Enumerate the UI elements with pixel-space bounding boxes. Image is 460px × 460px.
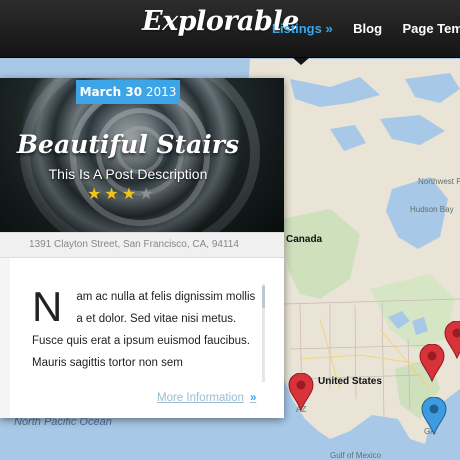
- map-pin-blue[interactable]: [421, 397, 447, 435]
- card-gutter: [0, 258, 10, 418]
- listing-card: March 30 2013 Beautiful Stairs This Is A…: [0, 78, 284, 418]
- star-filled-icon: ★: [87, 186, 105, 203]
- nav-item-listings[interactable]: Listings »: [272, 21, 333, 36]
- site-header: Explorable Listings » Blog Page Template…: [0, 0, 460, 58]
- chevron-right-icon: »: [249, 392, 257, 404]
- nav-item-page-templates[interactable]: Page Templates: [402, 21, 460, 36]
- label-gulf-of-mexico: Gulf of Mexico: [330, 451, 382, 460]
- date-badge: March 30 2013: [76, 80, 180, 104]
- date-day: March 30: [79, 85, 143, 99]
- listing-title[interactable]: Beautiful Stairs: [0, 130, 256, 159]
- date-year: 2013: [145, 85, 177, 99]
- nav-active-pointer: [293, 58, 309, 65]
- excerpt-dropcap: N: [32, 286, 63, 330]
- map-pin-red[interactable]: [444, 321, 460, 359]
- more-information-label: More Information: [157, 392, 244, 404]
- map-pin-red[interactable]: [419, 344, 445, 382]
- nav-item-blog[interactable]: Blog: [353, 21, 382, 36]
- excerpt-scroll-thumb[interactable]: [262, 286, 265, 308]
- listing-address: 1391 Clayton Street, San Francisco, CA, …: [0, 232, 284, 258]
- rating-stars: ★★★★: [87, 184, 156, 204]
- star-filled-icon: ★: [121, 186, 140, 203]
- star-empty-icon: ★: [139, 186, 157, 203]
- listing-photo[interactable]: March 30 2013 Beautiful Stairs This Is A…: [0, 78, 284, 232]
- label-hudson-bay: Hudson Bay: [410, 205, 454, 214]
- listing-subtitle: This Is A Post Description: [48, 166, 208, 182]
- label-canada: Canada: [286, 234, 323, 245]
- label-northwest-passages: Northwest Passages: [418, 177, 460, 186]
- map-pin-red[interactable]: [288, 373, 314, 411]
- main-nav: Listings » Blog Page Templates: [272, 20, 460, 38]
- excerpt-text: am ac nulla at felis dignissim mollis a …: [32, 291, 256, 369]
- listing-excerpt: Nam ac nulla at felis dignissim mollis a…: [32, 286, 262, 380]
- label-united-states: United States: [318, 376, 382, 387]
- star-filled-icon: ★: [104, 186, 122, 203]
- more-information-link[interactable]: More Information »: [157, 392, 256, 404]
